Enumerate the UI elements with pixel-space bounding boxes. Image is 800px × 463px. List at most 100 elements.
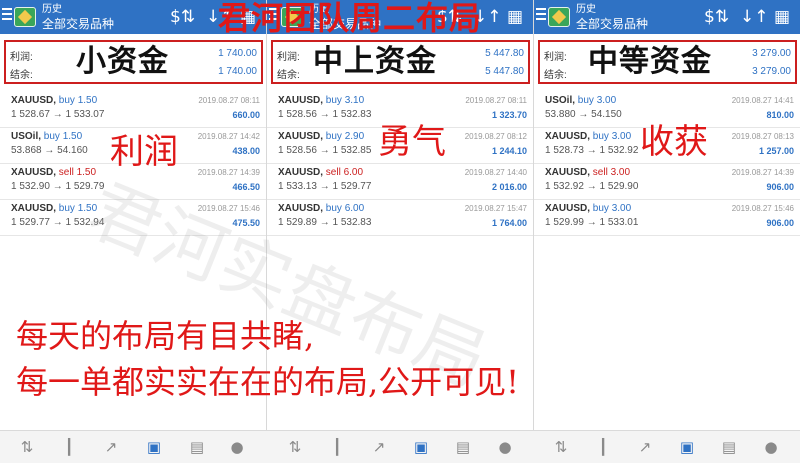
trade-prices: 1 528.67 → 1 533.07 bbox=[11, 109, 105, 120]
trade-time: 2019.08.27 15:46 bbox=[731, 204, 794, 213]
capital-tier-label: 小资金 bbox=[76, 44, 169, 79]
trade-row[interactable]: XAUUSD, buy 1.50 1 528.67 → 1 533.07 201… bbox=[0, 92, 266, 128]
trade-side: buy 1.50 bbox=[58, 203, 98, 214]
account-summary: 利润: 5 447.80 结余: 5 447.80 中上资金 bbox=[271, 40, 530, 84]
quotes-icon[interactable]: ⇅ bbox=[284, 436, 306, 458]
trade-symbol: USOil, buy 3.00 bbox=[545, 95, 617, 106]
trade-profit: 466.50 bbox=[232, 182, 260, 192]
trade-time: 2019.08.27 08:11 bbox=[465, 96, 527, 105]
trade-time: 2019.08.27 14:39 bbox=[731, 168, 794, 177]
trade-symbol: XAUUSD, sell 3.00 bbox=[545, 167, 631, 178]
history-icon[interactable]: ▣ bbox=[676, 436, 698, 458]
trade-side: sell 1.50 bbox=[58, 167, 97, 178]
page-title: 历史 bbox=[576, 4, 596, 15]
news-icon[interactable]: ▤ bbox=[186, 436, 208, 458]
menu-icon[interactable] bbox=[2, 8, 12, 24]
trade-symbol: USOil, buy 1.50 bbox=[11, 131, 83, 142]
trade-symbol: XAUUSD, buy 1.50 bbox=[11, 95, 98, 106]
trade-prices: 1 532.90 → 1 529.79 bbox=[11, 181, 105, 192]
balance-label: 结余: bbox=[10, 70, 33, 81]
capital-tier-label: 中等资金 bbox=[588, 44, 712, 79]
trade-side: sell 6.00 bbox=[325, 167, 364, 178]
trade-row[interactable]: XAUUSD, sell 3.00 1 532.92 → 1 529.90 20… bbox=[534, 164, 800, 200]
trade-side: buy 3.00 bbox=[592, 203, 632, 214]
trade-icon[interactable]: ↗ bbox=[368, 436, 390, 458]
symbol-filter[interactable]: 全部交易品种 bbox=[576, 17, 648, 31]
trade-profit: 475.50 bbox=[232, 218, 260, 228]
trade-time: 2019.08.27 08:11 bbox=[198, 96, 260, 105]
chart-icon[interactable]: ┃ bbox=[326, 436, 348, 458]
profit-value: 3 279.00 bbox=[752, 48, 791, 59]
trade-row[interactable]: XAUUSD, buy 1.50 1 529.77 → 1 532.94 201… bbox=[0, 200, 266, 236]
trade-list: USOil, buy 3.00 53.880 → 54.150 2019.08.… bbox=[534, 92, 800, 236]
profit-value: 1 740.00 bbox=[218, 48, 257, 59]
overlay-word-courage: 勇气 bbox=[378, 122, 446, 162]
trade-row[interactable]: XAUUSD, buy 6.00 1 529.89 → 1 532.83 201… bbox=[267, 200, 533, 236]
account-summary: 利润: 3 279.00 结余: 3 279.00 中等资金 bbox=[538, 40, 797, 84]
balance-label: 结余: bbox=[544, 70, 567, 81]
trade-symbol: XAUUSD, buy 2.90 bbox=[278, 131, 365, 142]
chart-icon[interactable]: ┃ bbox=[58, 436, 80, 458]
trade-profit: 660.00 bbox=[232, 110, 260, 120]
trade-time: 2019.08.27 15:46 bbox=[197, 204, 260, 213]
overlay-line-1: 每天的布局有目共睹, bbox=[16, 317, 315, 355]
trade-profit: 2 016.00 bbox=[491, 182, 527, 192]
overlay-line-2: 每一单都实实在在的布局,公开可见! bbox=[16, 363, 520, 401]
bottom-navigation: ⇅ ┃ ↗ ▣ ▤ ● ⇅ ┃ ↗ ▣ ▤ ● ⇅ ┃ ↗ ▣ ▤ ● bbox=[0, 430, 800, 463]
quotes-icon[interactable]: ⇅ bbox=[16, 436, 38, 458]
trade-side: buy 3.00 bbox=[577, 95, 617, 106]
trade-symbol: XAUUSD, buy 3.00 bbox=[545, 203, 632, 214]
chat-icon[interactable]: ● bbox=[494, 436, 516, 458]
trade-profit: 1 244.10 bbox=[491, 146, 527, 156]
trade-prices: 53.868 → 54.160 bbox=[11, 145, 88, 156]
sort-arrows-icon[interactable]: ↓↑ bbox=[740, 6, 769, 28]
news-icon[interactable]: ▤ bbox=[718, 436, 740, 458]
profit-label: 利润: bbox=[277, 52, 300, 63]
calendar-icon[interactable]: ▦ bbox=[774, 6, 790, 28]
menu-icon[interactable] bbox=[536, 8, 546, 24]
trade-profit: 810.00 bbox=[766, 110, 794, 120]
trade-icon[interactable]: ↗ bbox=[100, 436, 122, 458]
app-logo-icon bbox=[548, 7, 570, 27]
trade-prices: 1 533.13 → 1 529.77 bbox=[278, 181, 372, 192]
trade-time: 2019.08.27 14:42 bbox=[197, 132, 260, 141]
symbol-filter[interactable]: 全部交易品种 bbox=[42, 17, 114, 31]
trade-row[interactable]: XAUUSD, buy 3.00 1 529.99 → 1 533.01 201… bbox=[534, 200, 800, 236]
capital-tier-label: 中上资金 bbox=[313, 44, 437, 79]
balance-label: 结余: bbox=[277, 70, 300, 81]
dollar-sort-icon[interactable]: $⇅ bbox=[170, 6, 195, 28]
trade-profit: 906.00 bbox=[766, 218, 794, 228]
profit-label: 利润: bbox=[10, 52, 33, 63]
trade-symbol: XAUUSD, buy 3.00 bbox=[545, 131, 632, 142]
history-icon[interactable]: ▣ bbox=[143, 436, 165, 458]
news-icon[interactable]: ▤ bbox=[452, 436, 474, 458]
trade-time: 2019.08.27 08:13 bbox=[731, 132, 794, 141]
trade-prices: 1 529.77 → 1 532.94 bbox=[11, 217, 105, 228]
chart-icon[interactable]: ┃ bbox=[592, 436, 614, 458]
trade-profit: 438.00 bbox=[232, 146, 260, 156]
calendar-icon[interactable]: ▦ bbox=[507, 6, 523, 28]
history-icon[interactable]: ▣ bbox=[410, 436, 432, 458]
trade-prices: 1 529.99 → 1 533.01 bbox=[545, 217, 639, 228]
balance-value: 1 740.00 bbox=[218, 66, 257, 77]
overlay-word-profit: 利润 bbox=[110, 132, 178, 172]
chat-icon[interactable]: ● bbox=[760, 436, 782, 458]
balance-value: 3 279.00 bbox=[752, 66, 791, 77]
top-bar: 历史 全部交易品种 $⇅ ↓↑ ▦ bbox=[534, 0, 800, 34]
trade-time: 2019.08.27 15:47 bbox=[464, 204, 527, 213]
trade-icon[interactable]: ↗ bbox=[634, 436, 656, 458]
trade-side: sell 3.00 bbox=[592, 167, 631, 178]
dollar-sort-icon[interactable]: $⇅ bbox=[704, 6, 729, 28]
trade-prices: 1 529.89 → 1 532.83 bbox=[278, 217, 372, 228]
trade-row[interactable]: XAUUSD, sell 6.00 1 533.13 → 1 529.77 20… bbox=[267, 164, 533, 200]
profit-value: 5 447.80 bbox=[485, 48, 524, 59]
quotes-icon[interactable]: ⇅ bbox=[550, 436, 572, 458]
trade-side: buy 6.00 bbox=[325, 203, 365, 214]
trade-time: 2019.08.27 14:41 bbox=[731, 96, 794, 105]
trade-side: buy 3.00 bbox=[592, 131, 632, 142]
trade-symbol: XAUUSD, sell 6.00 bbox=[278, 167, 364, 178]
trade-side: buy 2.90 bbox=[325, 131, 365, 142]
trade-prices: 1 532.92 → 1 529.90 bbox=[545, 181, 639, 192]
chat-icon[interactable]: ● bbox=[226, 436, 248, 458]
trade-list: XAUUSD, buy 3.10 1 528.56 → 1 532.83 201… bbox=[267, 92, 533, 236]
